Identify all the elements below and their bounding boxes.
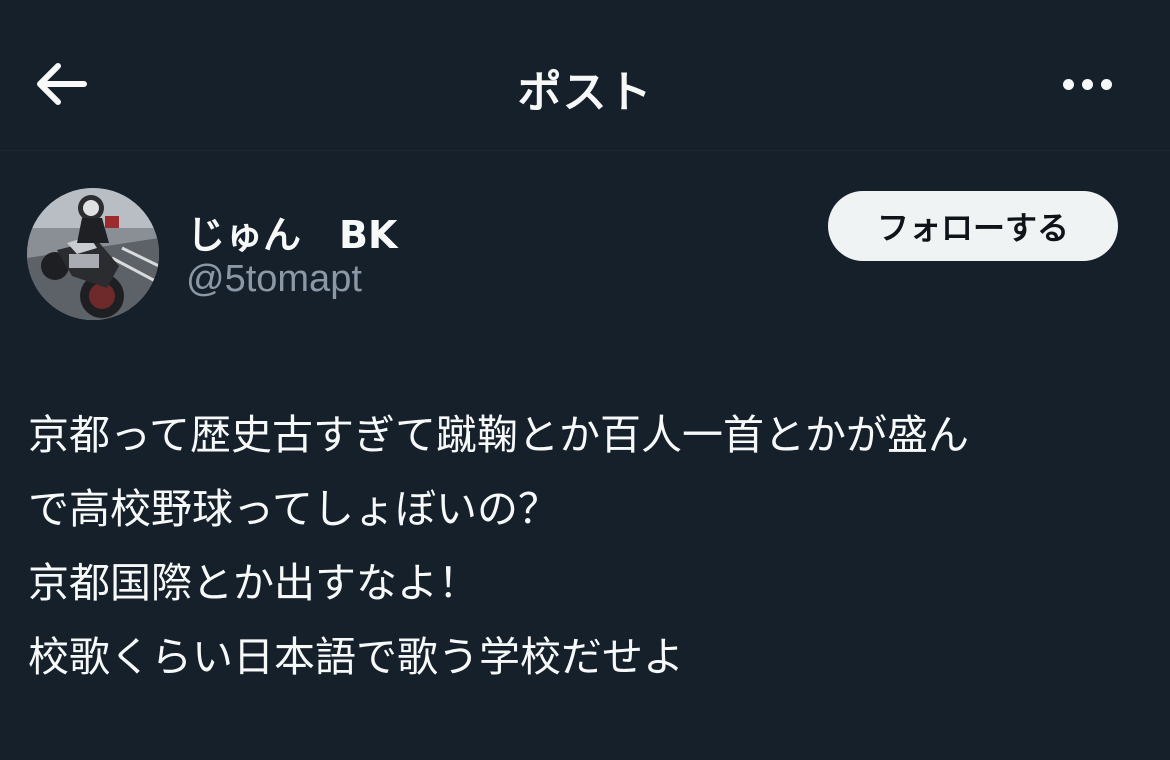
author-handle[interactable]: @5tomapt <box>186 258 362 301</box>
avatar[interactable] <box>27 188 159 320</box>
motorcycle-photo <box>27 188 159 320</box>
author-display-name[interactable]: じゅん BK <box>187 204 397 259</box>
page-title: ポスト <box>517 67 653 118</box>
post-text-line: 校歌くらい日本語で歌う学校だせよ <box>28 633 684 681</box>
post-text-line: 京都国際とか出すなよ！ <box>28 559 479 607</box>
post-text: 京都って歴史古すぎて蹴鞠とか百人一首とかが盛ん で高校野球ってしょぼいの？ 京都… <box>28 398 1143 694</box>
post-text-line: で高校野球ってしょぼいの？ <box>28 485 559 533</box>
more-options-button[interactable] <box>1052 60 1122 108</box>
top-nav-bar: ポスト <box>0 0 1170 151</box>
more-horizontal-icon <box>1062 78 1074 90</box>
post-text-line: 京都って歴史古すぎて蹴鞠とか百人一首とかが盛ん <box>28 411 969 459</box>
more-dot <box>1081 78 1093 90</box>
follow-button[interactable]: フォローする <box>828 191 1118 261</box>
more-dot <box>1100 78 1112 90</box>
